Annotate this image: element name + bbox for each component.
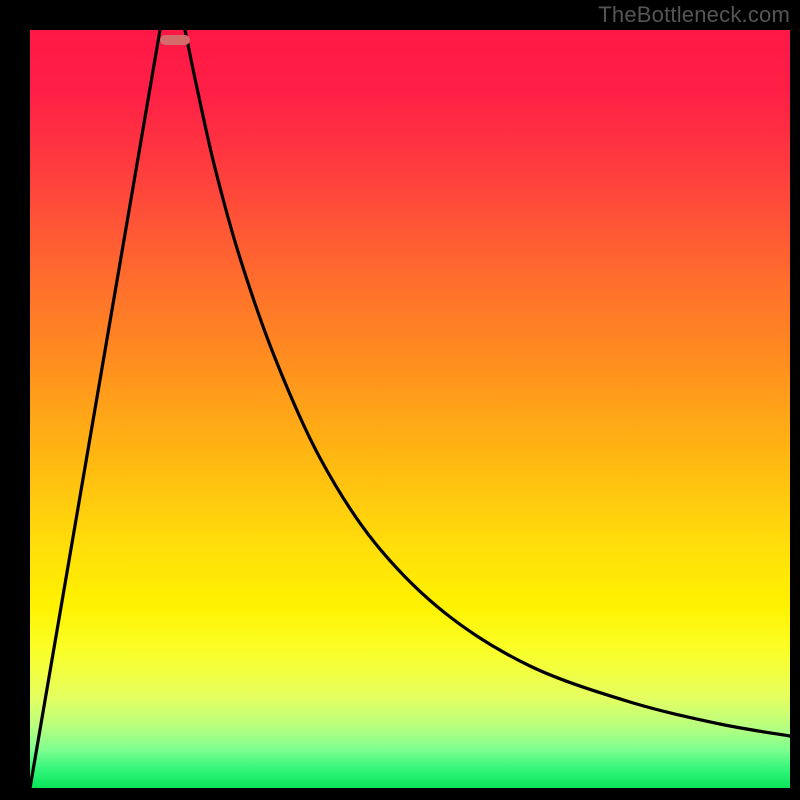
bottleneck-curve bbox=[30, 30, 790, 788]
bottleneck-marker bbox=[160, 35, 190, 45]
chart-frame: TheBottleneck.com bbox=[0, 0, 800, 800]
watermark-text: TheBottleneck.com bbox=[598, 2, 790, 28]
curve-right-path bbox=[185, 30, 790, 736]
plot-area bbox=[30, 30, 790, 788]
curve-left-path bbox=[30, 30, 160, 788]
